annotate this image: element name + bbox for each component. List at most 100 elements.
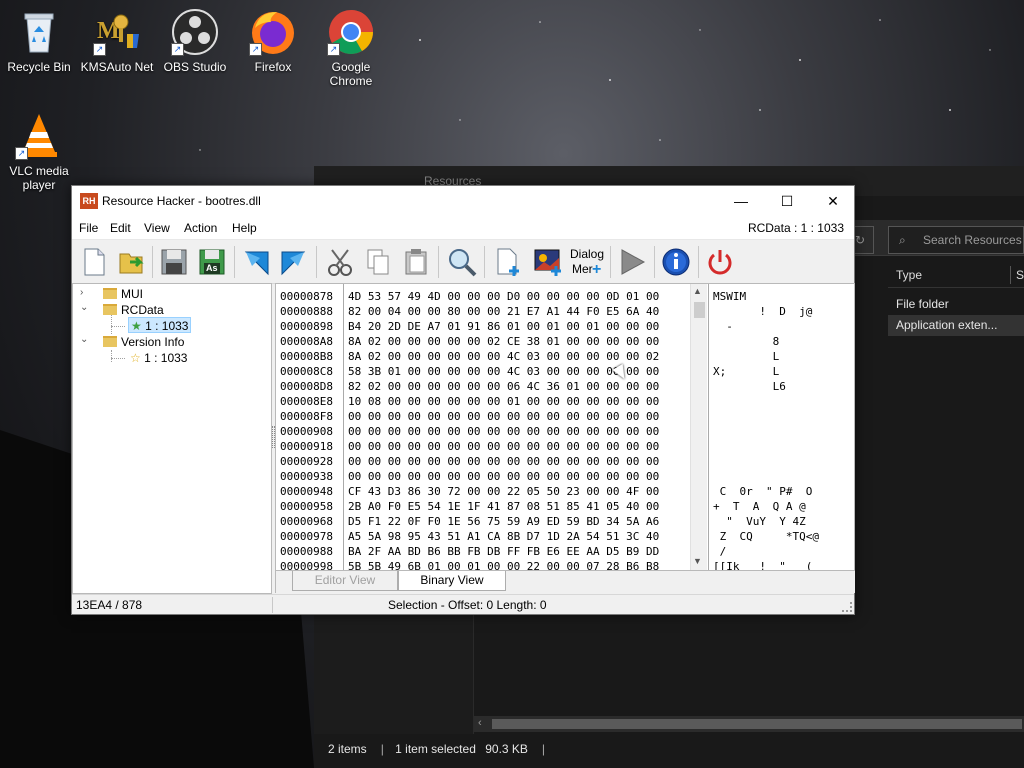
desktop-icon-kmsauto[interactable]: M ↗ KMSAuto Net (79, 8, 155, 74)
hex-bytes-column[interactable]: 4D 53 57 49 4D 00 00 00 D0 00 00 00 00 0… (344, 284, 698, 570)
find-button[interactable] (446, 246, 478, 278)
shortcut-arrow-icon: ↗ (93, 43, 106, 56)
paste-button[interactable] (400, 246, 432, 278)
selection-size: 90.3 KB (485, 742, 528, 756)
scrollbar-thumb[interactable] (492, 719, 1022, 729)
scroll-up-icon[interactable]: ▲ (693, 286, 702, 296)
item-count: 2 items (328, 742, 367, 756)
shortcut-arrow-icon: ↗ (15, 147, 28, 160)
star-icon: ☆ (130, 351, 141, 365)
add-resource-button[interactable] (492, 246, 524, 278)
offset-column: 00000878 00000888 00000898 000008A8 0000… (276, 284, 344, 570)
folder-icon (103, 288, 117, 299)
dialog-menu-button[interactable]: Dialog Mer + (568, 246, 606, 278)
close-button[interactable]: ✕ (810, 186, 856, 216)
file-type: Application exten... (896, 318, 998, 332)
column-type[interactable]: Type (896, 268, 922, 282)
binary-hex-view[interactable]: 00000878 00000888 00000898 000008A8 0000… (275, 283, 855, 571)
explorer-column-header[interactable]: Type S (888, 262, 1024, 288)
tree-node-version-1033[interactable]: ☆ 1 : 1033 (130, 350, 187, 366)
new-file-button[interactable] (78, 246, 110, 278)
window-title: Resource Hacker - bootres.dll (102, 194, 261, 208)
menu-bar: File Edit View Action Help RCData : 1 : … (72, 216, 854, 240)
desktop-icon-label: KMSAuto Net (80, 60, 154, 74)
open-file-button[interactable] (116, 246, 148, 278)
compile-run-button[interactable] (616, 246, 648, 278)
add-file-icon (497, 248, 519, 276)
save-as-button[interactable]: As (196, 246, 228, 278)
desktop-icon-recycle-bin[interactable]: Recycle Bin (1, 8, 77, 74)
tab-binary-view[interactable]: Binary View (398, 571, 506, 591)
obs-studio-icon: ↗ (171, 8, 219, 56)
copy-button[interactable] (362, 246, 394, 278)
forward-button[interactable] (278, 246, 310, 278)
tree-node-rcdata[interactable]: RCData (103, 302, 164, 318)
recycle-bin-icon (15, 8, 63, 56)
scrollbar-thumb[interactable] (694, 302, 705, 318)
view-tabs: Editor View Binary View (275, 571, 855, 593)
desktop-icon-label: OBS Studio (163, 60, 227, 74)
scroll-down-icon[interactable]: ▼ (693, 556, 702, 566)
resize-grip[interactable] (842, 602, 852, 612)
resource-hacker-window[interactable]: RH Resource Hacker - bootres.dll — ☐ ✕ F… (71, 185, 855, 615)
desktop-icon-obs-studio[interactable]: ↗ OBS Studio (157, 8, 233, 74)
expand-mui-icon[interactable]: › (80, 287, 83, 298)
desktop-icon-vlc[interactable]: ↗ VLC media player (1, 112, 77, 192)
maximize-button[interactable]: ☐ (764, 186, 810, 216)
arrow-forward-icon (281, 251, 306, 276)
menu-edit[interactable]: Edit (110, 221, 131, 235)
desktop-icon-google-chrome[interactable]: ↗ Google Chrome (313, 8, 389, 88)
title-bar[interactable]: RH Resource Hacker - bootres.dll — ☐ ✕ (72, 186, 854, 216)
menu-view[interactable]: View (144, 221, 170, 235)
hex-vertical-scrollbar[interactable]: ▲ ▼ (690, 284, 707, 570)
hex-byte-values[interactable]: 4D 53 57 49 4D 00 00 00 D0 00 00 00 00 0… (344, 284, 698, 570)
ascii-values[interactable]: MSWIM ! D j@ - 8 L X; L L6 C 0r " P# O +… (709, 284, 854, 570)
new-file-icon (84, 248, 105, 276)
file-row-selected[interactable]: Application exten... (888, 315, 1024, 336)
magnifier-icon (449, 249, 477, 277)
firefox-icon: ↗ (249, 8, 297, 56)
paste-icon (405, 249, 427, 275)
scroll-left-icon[interactable]: ‹ (478, 717, 482, 729)
exit-button[interactable] (704, 246, 736, 278)
menu-help[interactable]: Help (232, 221, 257, 235)
search-icon: ⌕ (899, 233, 906, 247)
vlc-icon: ↗ (15, 112, 63, 160)
minimize-button[interactable]: — (718, 186, 764, 216)
tree-node-rcdata-1033[interactable]: ★ 1 : 1033 (128, 317, 192, 333)
image-icon (534, 249, 561, 276)
column-size[interactable]: S (1016, 262, 1024, 288)
save-as-icon (199, 249, 225, 275)
ascii-column[interactable]: MSWIM ! D j@ - 8 L X; L L6 C 0r " P# O +… (708, 284, 854, 570)
tab-editor-view[interactable]: Editor View (292, 571, 398, 591)
collapse-rcdata-icon[interactable]: ⌄ (80, 302, 88, 313)
column-divider[interactable] (1010, 266, 1011, 284)
add-image-button[interactable] (532, 246, 564, 278)
save-icon (161, 249, 187, 275)
menu-file[interactable]: File (79, 221, 98, 235)
cut-button[interactable] (324, 246, 356, 278)
tree-node-mui[interactable]: MUI (103, 286, 143, 302)
search-placeholder: Search Resources (923, 233, 1022, 247)
info-icon (662, 248, 690, 276)
chrome-icon: ↗ (327, 8, 375, 56)
file-row[interactable]: File folder (888, 294, 1024, 315)
desktop-icon-firefox[interactable]: ↗ Firefox (235, 8, 311, 74)
folder-icon (103, 336, 117, 347)
back-button[interactable] (240, 246, 272, 278)
arrow-back-icon (244, 251, 269, 276)
collapse-version-info-icon[interactable]: ⌄ (80, 334, 88, 345)
desktop-icon-label: Firefox (254, 60, 292, 74)
menu-action[interactable]: Action (184, 221, 217, 235)
desktop-icon-label: VLC media player (9, 164, 69, 192)
save-button[interactable] (158, 246, 190, 278)
shortcut-arrow-icon: ↗ (327, 43, 340, 56)
status-position: 13EA4 / 878 (76, 598, 143, 612)
explorer-horizontal-scrollbar[interactable]: ‹ (474, 716, 1024, 732)
play-icon (621, 249, 646, 275)
tree-node-version-info[interactable]: Version Info (103, 334, 184, 350)
resource-tree[interactable]: › MUI ⌄ RCData ★ 1 : 1033 ⌄ Version Info… (72, 283, 272, 594)
explorer-search-input[interactable]: ⌕ Search Resources (888, 226, 1024, 254)
about-button[interactable] (660, 246, 692, 278)
selection-count: 1 item selected (395, 742, 476, 756)
